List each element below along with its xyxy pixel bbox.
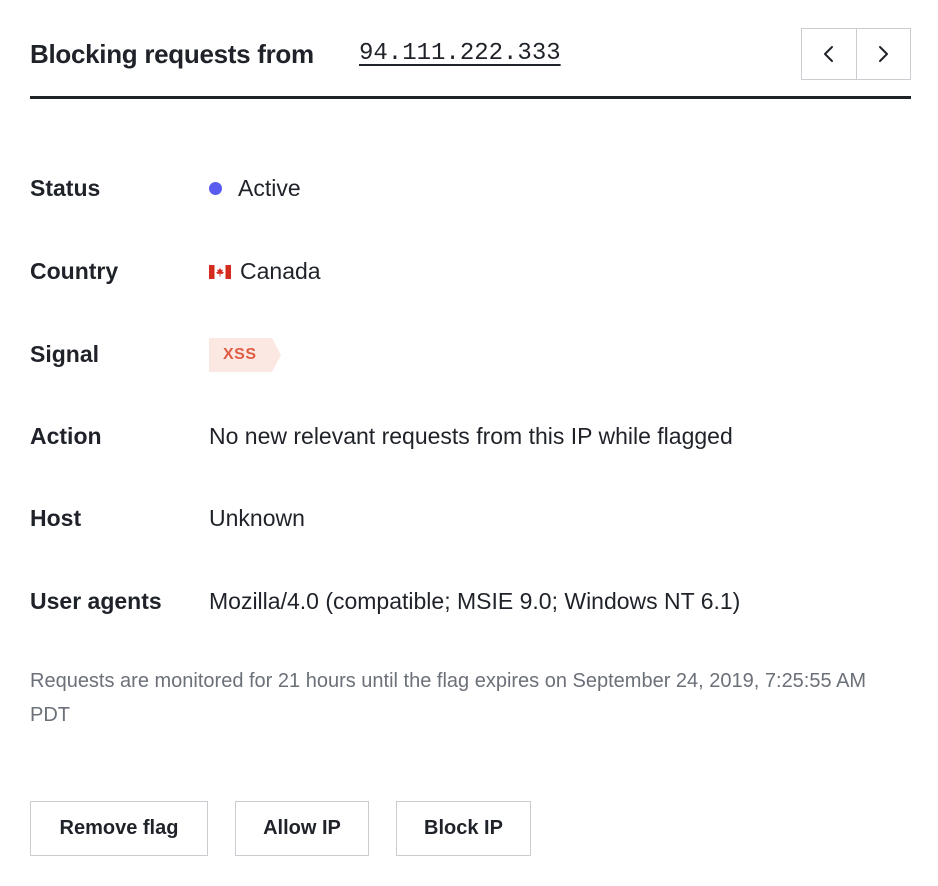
- user-agents-row: User agents Mozilla/4.0 (compatible; MSI…: [30, 582, 911, 622]
- previous-button[interactable]: [802, 29, 856, 79]
- user-agents-label: User agents: [30, 588, 162, 614]
- next-button[interactable]: [855, 29, 910, 79]
- allow-ip-button[interactable]: Allow IP: [235, 801, 369, 856]
- host-value: Unknown: [209, 505, 305, 531]
- status-value: Active: [209, 175, 301, 202]
- status-label: Status: [30, 175, 101, 201]
- country-value: Canada: [209, 258, 321, 285]
- host-label: Host: [30, 505, 82, 531]
- country-row: Country Canada: [30, 252, 911, 292]
- page-title: Blocking requests from: [30, 39, 314, 69]
- status-text: Active: [238, 175, 301, 201]
- country-label: Country: [30, 258, 119, 284]
- status-row: Status Active: [30, 169, 911, 209]
- monitoring-note: Requests are monitored for 21 hours unti…: [30, 670, 867, 726]
- chevron-left-icon: [823, 46, 833, 62]
- block-ip-button[interactable]: Block IP: [396, 801, 531, 856]
- signal-tag-text: XSS: [223, 346, 257, 363]
- remove-flag-button[interactable]: Remove flag: [30, 801, 208, 856]
- country-text: Canada: [240, 258, 321, 284]
- chevron-right-icon: [879, 46, 889, 62]
- action-label: Action: [30, 423, 102, 449]
- pagination-controls: [801, 28, 911, 80]
- canada-flag-icon: [209, 264, 231, 279]
- page-header: Blocking requests from 94.111.222.333: [30, 28, 911, 82]
- host-row: Host Unknown: [30, 499, 911, 539]
- action-row: Action No new relevant requests from thi…: [30, 417, 911, 457]
- user-agents-value: Mozilla/4.0 (compatible; MSIE 9.0; Windo…: [209, 588, 741, 614]
- signal-label: Signal: [30, 341, 100, 367]
- signal-row: Signal XSS: [30, 335, 911, 375]
- signal-tag[interactable]: XSS: [209, 338, 281, 372]
- ip-address-link[interactable]: 94.111.222.333: [359, 40, 561, 67]
- header-divider: [30, 96, 911, 99]
- status-dot-icon: [209, 182, 222, 195]
- action-value: No new relevant requests from this IP wh…: [209, 423, 733, 449]
